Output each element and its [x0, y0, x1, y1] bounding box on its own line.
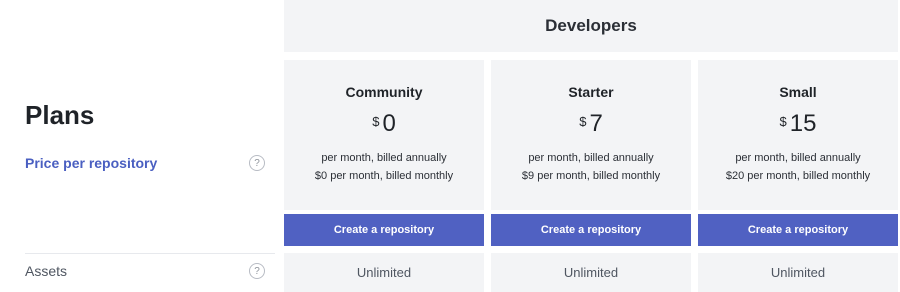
create-repository-button-starter[interactable]: Create a repository: [491, 214, 691, 246]
assets-cell-small: Unlimited: [698, 253, 898, 292]
plan-monthly-note: $9 per month, billed monthly: [521, 170, 661, 182]
plan-annual-note: per month, billed annually: [735, 152, 861, 164]
plan-annual-note: per month, billed annually: [321, 152, 447, 164]
plans-title: Plans: [25, 100, 95, 130]
plan-price: $0: [284, 110, 484, 138]
assets-help-icon-glyph: ?: [254, 265, 260, 277]
plan-price-value: 15: [789, 110, 817, 137]
plan-name: Small: [779, 84, 817, 100]
plan-price-value: 7: [589, 110, 603, 137]
assets-cell-starter: Unlimited: [491, 253, 691, 292]
price-help-icon-glyph: ?: [254, 157, 260, 169]
plan-card-small: Small $15 per month, billed annually $20…: [698, 60, 898, 210]
developers-header-title: Developers: [545, 16, 637, 35]
row-divider: [25, 253, 275, 254]
assets-label: Assets: [25, 263, 68, 279]
currency-symbol: $: [779, 114, 787, 129]
create-repository-button-community[interactable]: Create a repository: [284, 214, 484, 246]
create-repository-button-small[interactable]: Create a repository: [698, 214, 898, 246]
plan-name: Community: [345, 84, 423, 100]
plan-price: $15: [698, 110, 898, 138]
currency-symbol: $: [372, 114, 380, 129]
plan-price-value: 0: [382, 110, 396, 137]
assets-cell-community: Unlimited: [284, 253, 484, 292]
plan-card-community: Community $0 per month, billed annually …: [284, 60, 484, 210]
assets-help-icon[interactable]: ?: [249, 263, 265, 279]
plan-monthly-note: $20 per month, billed monthly: [725, 170, 871, 182]
price-per-repository-label: Price per repository: [25, 155, 158, 171]
price-help-icon[interactable]: ?: [249, 155, 265, 171]
developers-header: Developers: [284, 0, 898, 52]
plan-annual-note: per month, billed annually: [528, 152, 654, 164]
plan-card-starter: Starter $7 per month, billed annually $9…: [491, 60, 691, 210]
plan-price: $7: [491, 110, 691, 138]
plan-monthly-note: $0 per month, billed monthly: [314, 170, 454, 182]
currency-symbol: $: [579, 114, 587, 129]
plan-name: Starter: [568, 84, 614, 100]
